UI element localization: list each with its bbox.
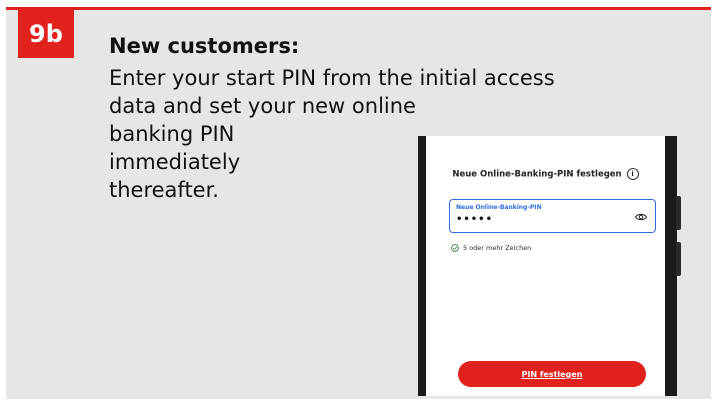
check-circle-icon [451,244,459,252]
phone-frame-left [418,136,426,396]
instruction-line: data and set your new online [109,94,416,118]
pin-field-value[interactable]: ••••• [456,214,493,225]
instruction-heading: New customers: [109,34,300,58]
phone-side-button [676,196,681,230]
instruction-panel: 9b New customers: Enter your start PIN f… [6,7,711,399]
phone-screen: Neue Online-Banking-PIN festlegen i Neue … [426,136,665,396]
info-icon[interactable]: i [626,168,639,180]
set-pin-button[interactable]: PIN festlegen [458,361,646,387]
phone-side-button [676,242,681,276]
pin-requirement-hint: 5 oder mehr Zeichen [451,244,531,252]
step-badge: 9b [18,10,74,58]
instruction-line: Enter your start PIN from the initial ac… [109,66,555,90]
screen-title: Neue Online-Banking-PIN festlegen i [426,168,665,180]
instruction-line: banking PIN [109,122,235,146]
pin-field-label: Neue Online-Banking-PIN [456,204,542,211]
instruction-line: thereafter. [109,178,219,202]
hint-text: 5 oder mehr Zeichen [463,244,532,252]
screen-title-text: Neue Online-Banking-PIN festlegen [452,169,622,180]
eye-icon[interactable] [635,211,647,223]
instruction-line: immediately [109,150,241,174]
new-pin-input[interactable]: Neue Online-Banking-PIN ••••• [449,199,656,233]
